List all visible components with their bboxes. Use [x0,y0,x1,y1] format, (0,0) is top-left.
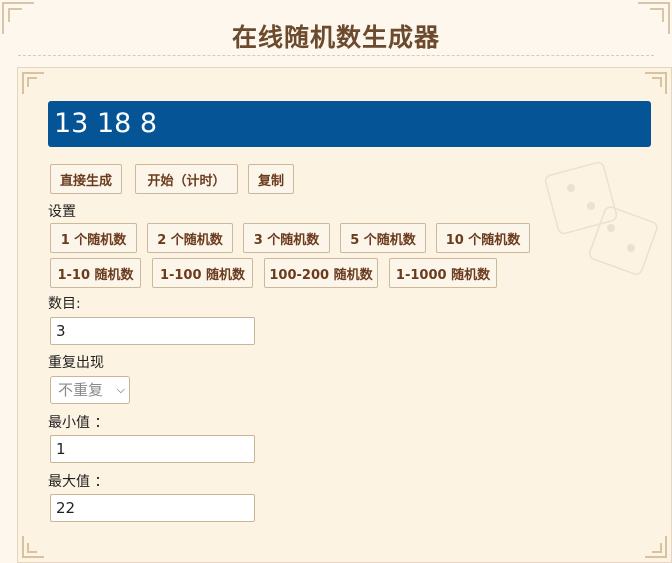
generate-button[interactable]: 直接生成 [50,164,122,194]
max-label: 最大值 ： [48,474,109,490]
preset-count-2-button[interactable]: 2 个随机数 [147,223,233,253]
min-label: 最小值 ： [48,415,109,431]
repeat-label: 重复出现 [48,355,104,371]
count-label: 数目: [48,296,81,312]
result-display: 13 18 8 [48,101,651,147]
page-title: 在线随机数生成器 [231,23,440,52]
preset-count-5-button[interactable]: 5 个随机数 [340,223,426,253]
preset-range-100-200-button[interactable]: 100-200 随机数 [264,258,378,288]
settings-heading: 设置 [48,204,76,220]
max-input[interactable]: 22 [50,494,255,522]
min-input[interactable]: 1 [50,435,255,463]
copy-button[interactable]: 复制 [248,164,294,194]
panel-corner-bottom-right [645,536,667,558]
repeat-select-value: 不重复 [58,381,104,399]
background-dice-illustration [544,161,658,275]
title-divider [18,55,654,56]
preset-range-1-100-button[interactable]: 1-100 随机数 [152,258,253,288]
generator-panel: 13 18 8 直接生成 开始（计时） 复制 设置 1 个随机数 2 个随机数 … [17,67,672,563]
panel-corner-top-right [645,72,667,94]
start-timed-button[interactable]: 开始（计时） [135,164,238,194]
repeat-select[interactable]: 不重复 ⌵ [50,376,130,404]
preset-count-10-button[interactable]: 10 个随机数 [436,223,530,253]
preset-count-1-button[interactable]: 1 个随机数 [50,223,137,253]
preset-count-3-button[interactable]: 3 个随机数 [243,223,330,253]
preset-range-1-10-button[interactable]: 1-10 随机数 [50,258,141,288]
panel-corner-bottom-left [22,536,44,558]
count-input[interactable]: 3 [50,317,255,345]
panel-corner-top-left [22,72,44,94]
preset-range-1-1000-button[interactable]: 1-1000 随机数 [389,258,497,288]
chevron-down-icon: ⌵ [116,383,125,396]
